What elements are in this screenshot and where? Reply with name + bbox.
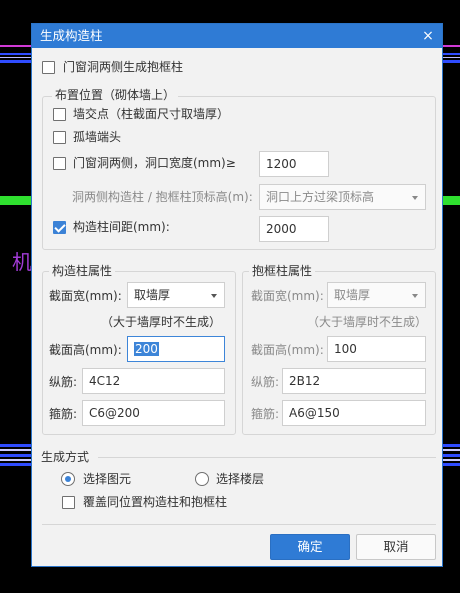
column-props-title: 构造柱属性: [49, 263, 116, 279]
select-elements-label[interactable]: 选择图元: [83, 471, 131, 487]
top-elevation-select[interactable]: 洞口上方过梁顶标高: [259, 184, 426, 210]
frame-height-label: 截面高(mm):: [251, 343, 324, 357]
door-window-sides-label[interactable]: 门窗洞两侧，洞口宽度(mm)≥: [73, 155, 236, 171]
isolated-wall-end-checkbox[interactable]: [53, 131, 66, 144]
column-width-select[interactable]: 取墙厚: [127, 282, 225, 308]
ok-button[interactable]: 确定: [270, 534, 350, 560]
cancel-button[interactable]: 取消: [356, 534, 436, 560]
column-height-label: 截面高(mm):: [49, 343, 122, 357]
frame-width-note: （大于墙厚时不生成）: [307, 315, 428, 329]
cad-text: 机: [12, 250, 32, 274]
overwrite-label[interactable]: 覆盖同位置构造柱和抱框柱: [83, 494, 227, 510]
column-width-note: （大于墙厚时不生成）: [101, 315, 222, 329]
frame-stirrup-input[interactable]: A6@150: [282, 400, 426, 426]
chevron-down-icon: [412, 196, 418, 200]
column-width-label: 截面宽(mm):: [49, 289, 122, 303]
frame-width-label: 截面宽(mm):: [251, 289, 324, 303]
select-floors-radio[interactable]: [195, 472, 209, 486]
select-elements-radio[interactable]: [61, 472, 75, 486]
frame-width-value: 取墙厚: [334, 288, 371, 302]
placement-group-title: 布置位置（砌体墙上）: [52, 87, 179, 103]
frame-long-rebar-input[interactable]: 2B12: [282, 368, 426, 394]
construct-column-dialog: 生成构造柱 × 门窗洞两侧生成抱框柱 布置位置（砌体墙上） 墙交点（柱截面尺寸取…: [31, 23, 443, 567]
chevron-down-icon: [412, 294, 418, 298]
frame-height-input[interactable]: 100: [327, 336, 426, 362]
frame-width-select[interactable]: 取墙厚: [327, 282, 426, 308]
overwrite-checkbox[interactable]: [62, 496, 75, 509]
opening-width-input[interactable]: 1200: [259, 151, 329, 177]
column-height-value: 200: [134, 342, 159, 356]
door-window-sides-checkbox[interactable]: [53, 157, 66, 170]
top-elevation-value: 洞口上方过梁顶标高: [266, 190, 375, 204]
generation-separator: [98, 457, 436, 458]
frame-stirrup-label: 箍筋:: [251, 407, 280, 421]
column-long-rebar-input[interactable]: 4C12: [82, 368, 225, 394]
footer-separator: [42, 524, 436, 525]
isolated-wall-end-label[interactable]: 孤墙端头: [73, 129, 121, 145]
column-stirrup-label: 箍筋:: [49, 407, 78, 421]
wall-intersection-label[interactable]: 墙交点（柱截面尺寸取墙厚）: [73, 106, 229, 122]
close-icon[interactable]: ×: [420, 24, 436, 48]
generation-mode-title: 生成方式: [41, 450, 90, 464]
column-width-value: 取墙厚: [134, 288, 171, 302]
column-spacing-label[interactable]: 构造柱间距(mm):: [73, 219, 170, 235]
wall-intersection-checkbox[interactable]: [53, 108, 66, 121]
column-long-rebar-label: 纵筋:: [49, 375, 78, 389]
dialog-titlebar[interactable]: 生成构造柱 ×: [32, 24, 442, 48]
frame-long-rebar-label: 纵筋:: [251, 375, 280, 389]
door-window-frame-column-checkbox[interactable]: [42, 61, 55, 74]
chevron-down-icon: [211, 294, 217, 298]
dialog-title: 生成构造柱: [40, 28, 103, 43]
column-spacing-checkbox[interactable]: [53, 221, 66, 234]
door-window-frame-column-label[interactable]: 门窗洞两侧生成抱框柱: [63, 59, 183, 75]
column-stirrup-input[interactable]: C6@200: [82, 400, 225, 426]
top-elevation-label: 洞两侧构造柱 / 抱框柱顶标高(m):: [72, 190, 253, 204]
select-floors-label[interactable]: 选择楼层: [216, 471, 264, 487]
column-height-input[interactable]: 200: [127, 336, 225, 362]
frame-props-title: 抱框柱属性: [249, 263, 316, 279]
column-spacing-input[interactable]: 2000: [259, 216, 329, 242]
